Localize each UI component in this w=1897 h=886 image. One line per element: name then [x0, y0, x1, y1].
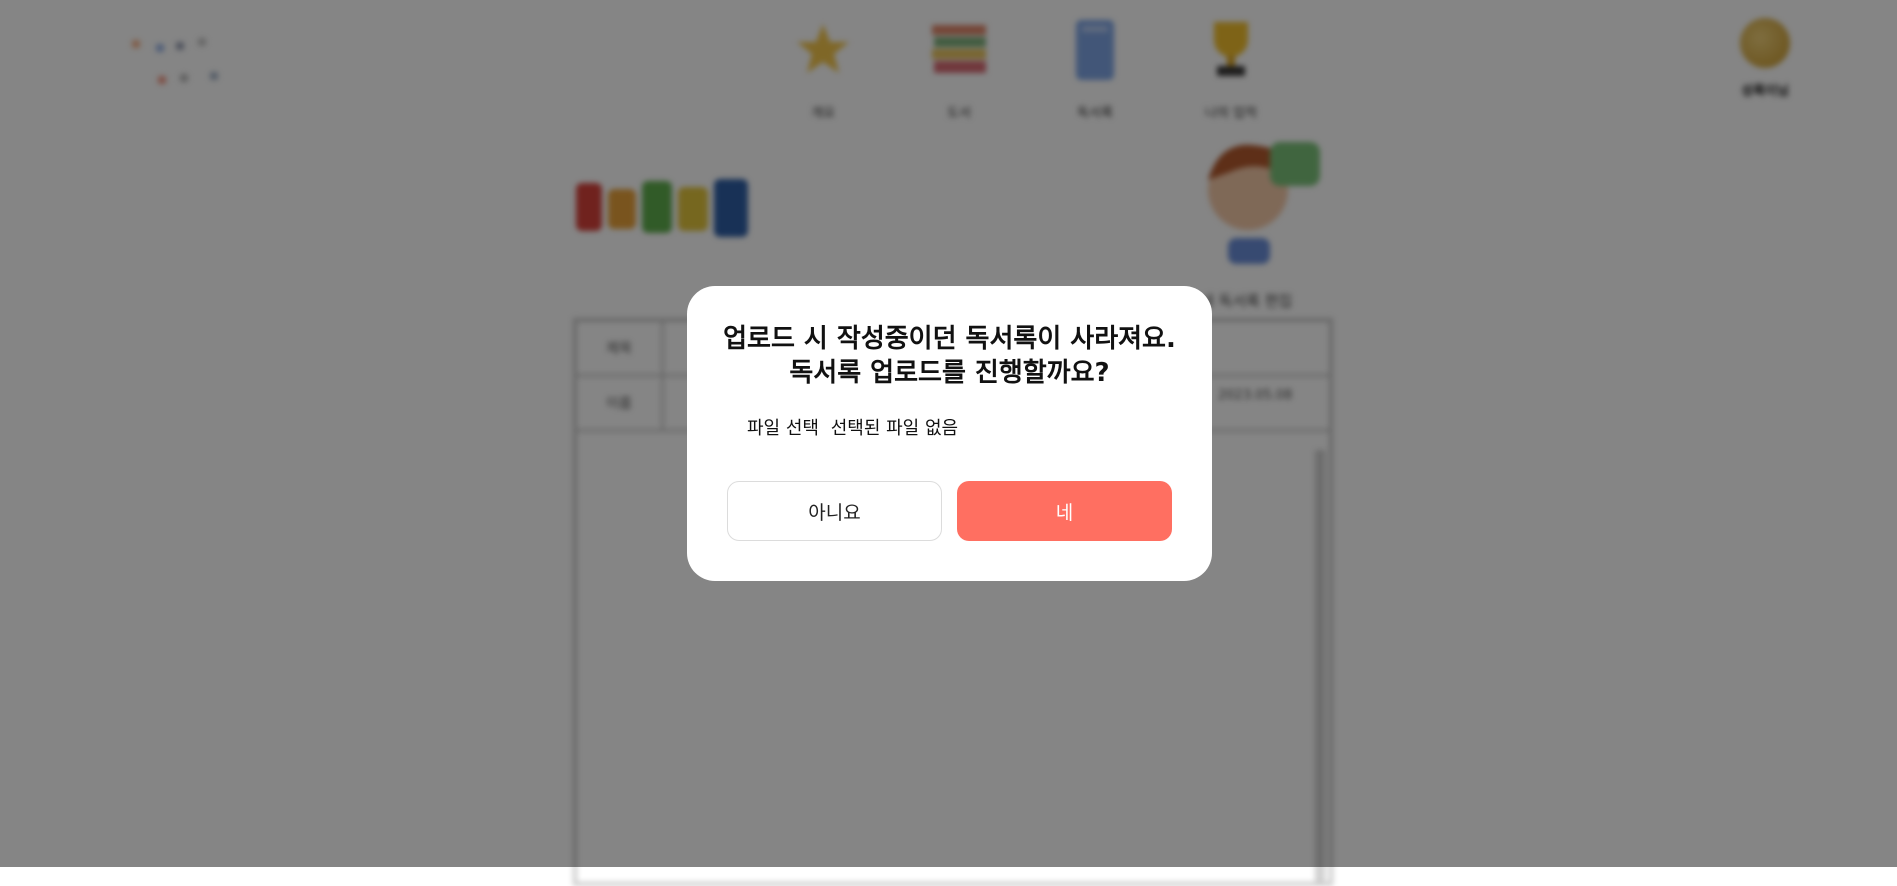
file-input[interactable]: 파일 선택 선택된 파일 없음 [747, 414, 964, 440]
no-button[interactable]: 아니요 [727, 481, 942, 541]
app-page: 개요 도서 독서록 나의 업적 성록이님 내 독서록 편집 제목 이름 2023… [0, 0, 1897, 886]
modal-title-line-1: 업로드 시 작성중이던 독서록이 사라져요. [723, 324, 1176, 354]
modal-title: 업로드 시 작성중이던 독서록이 사라져요. 독서록 업로드를 진행할까요? [687, 322, 1212, 390]
upload-confirm-modal: 업로드 시 작성중이던 독서록이 사라져요. 독서록 업로드를 진행할까요? 파… [687, 286, 1212, 581]
file-choose-button[interactable]: 파일 선택 [747, 418, 819, 439]
modal-title-line-2: 독서록 업로드를 진행할까요? [789, 358, 1110, 388]
file-status: 선택된 파일 없음 [830, 418, 959, 439]
yes-button[interactable]: 네 [957, 481, 1172, 541]
